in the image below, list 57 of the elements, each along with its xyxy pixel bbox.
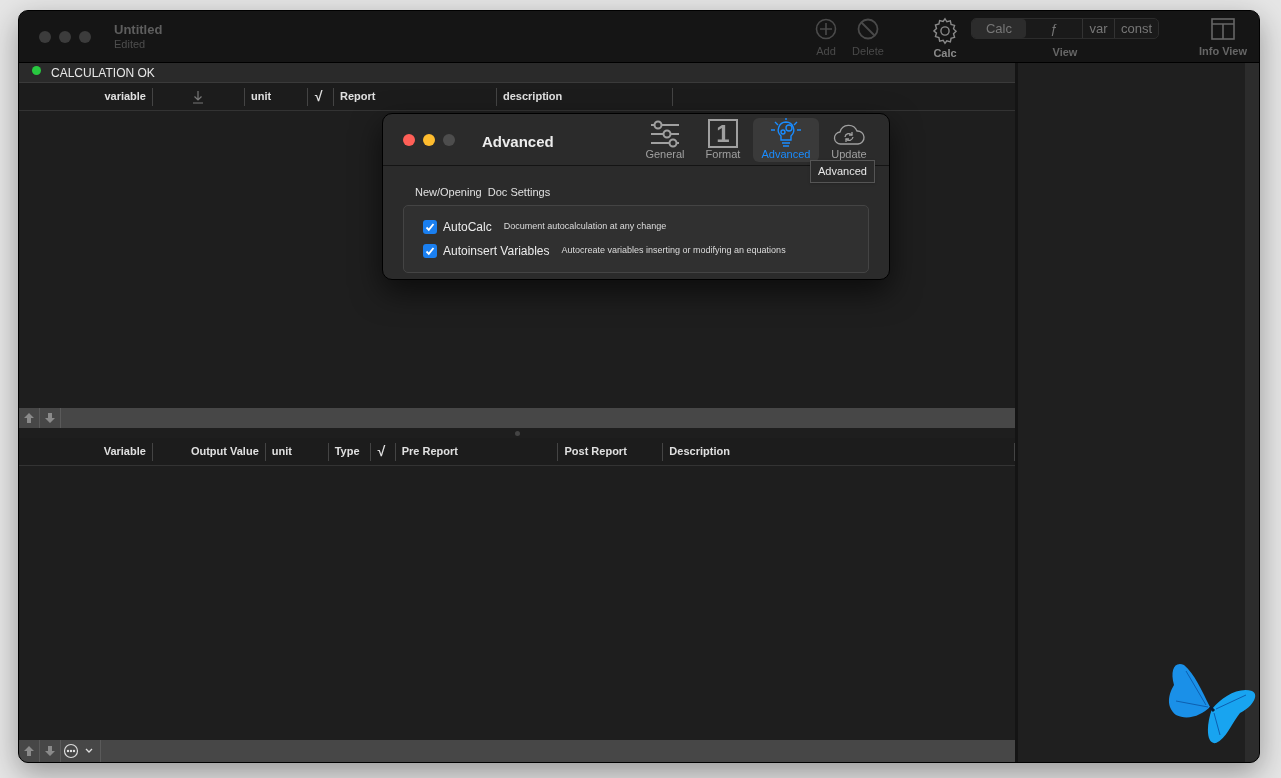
- arrow-down-icon: [44, 745, 56, 757]
- settings-icon: [931, 17, 959, 45]
- chevron-down-icon: [85, 748, 93, 754]
- option-description: Document autocalculation at any change: [503, 220, 667, 234]
- columns-layout-icon[interactable]: [1211, 18, 1235, 40]
- column-header[interactable]: description: [503, 88, 563, 105]
- column-header[interactable]: √: [376, 441, 385, 462]
- column-header[interactable]: unit: [251, 88, 272, 105]
- column-header[interactable]: variable: [104, 88, 146, 105]
- view-label: View: [1052, 45, 1078, 60]
- splitter-handle[interactable]: [514, 430, 520, 436]
- arrow-up-icon: [23, 745, 35, 757]
- checkbox[interactable]: [423, 244, 437, 258]
- option-label: Autoinsert Variables: [443, 243, 550, 260]
- column-header[interactable]: Description: [669, 443, 730, 460]
- lightbulb-gear-icon: [769, 118, 803, 149]
- window-control-button[interactable]: [79, 30, 91, 43]
- info-view-label: Info View: [1198, 44, 1248, 59]
- column-header[interactable]: Output Value: [190, 443, 259, 460]
- window-subtitle: Edited: [114, 37, 147, 52]
- preferences-tab[interactable]: General: [637, 118, 693, 162]
- option-description: Autocreate variables inserting or modifying an equations: [561, 244, 786, 258]
- window-control-button[interactable]: [39, 30, 51, 43]
- minimize-button[interactable]: [423, 134, 435, 146]
- number-icon: 1: [708, 119, 738, 149]
- view-segment[interactable]: var: [1082, 19, 1114, 38]
- checkbox[interactable]: [423, 220, 437, 234]
- tooltip: Advanced: [810, 160, 875, 183]
- prohibited-icon: [857, 18, 879, 40]
- column-header[interactable]: √: [314, 86, 322, 107]
- option-label: AutoCalc: [443, 219, 492, 236]
- download-icon: [192, 89, 204, 104]
- arrow-up-icon: [23, 412, 35, 424]
- arrow-down-icon: [44, 412, 56, 424]
- column-header[interactable]: unit: [271, 443, 292, 460]
- column-header[interactable]: Pre Report: [401, 443, 458, 460]
- view-segment[interactable]: const: [1114, 19, 1158, 38]
- dialog-title: Advanced: [482, 132, 554, 152]
- preferences-tab[interactable]: 1 Format: [695, 118, 751, 162]
- column-header[interactable]: Type: [334, 443, 360, 460]
- plus-circle-icon: [815, 18, 837, 40]
- column-header[interactable]: Variable: [103, 443, 146, 460]
- more-options-button[interactable]: [61, 740, 101, 762]
- ellipsis-circle-icon: [63, 743, 79, 759]
- toolbar-button[interactable]: Calc: [925, 17, 965, 62]
- window-control-button[interactable]: [59, 30, 71, 43]
- sliders-icon: [649, 120, 681, 149]
- window-title: Untitled: [114, 21, 163, 38]
- preferences-tab[interactable]: Update: [821, 118, 877, 162]
- butterfly-icon: [1166, 661, 1258, 745]
- status-text: CALCULATION OK: [51, 64, 155, 82]
- view-segment[interactable]: ƒ: [1026, 19, 1082, 38]
- close-button[interactable]: [403, 134, 415, 146]
- column-header[interactable]: Report: [340, 88, 376, 105]
- column-header[interactable]: Post Report: [564, 443, 627, 460]
- section-label: New/Opening Doc Settings: [415, 186, 551, 198]
- zoom-button[interactable]: [443, 134, 455, 146]
